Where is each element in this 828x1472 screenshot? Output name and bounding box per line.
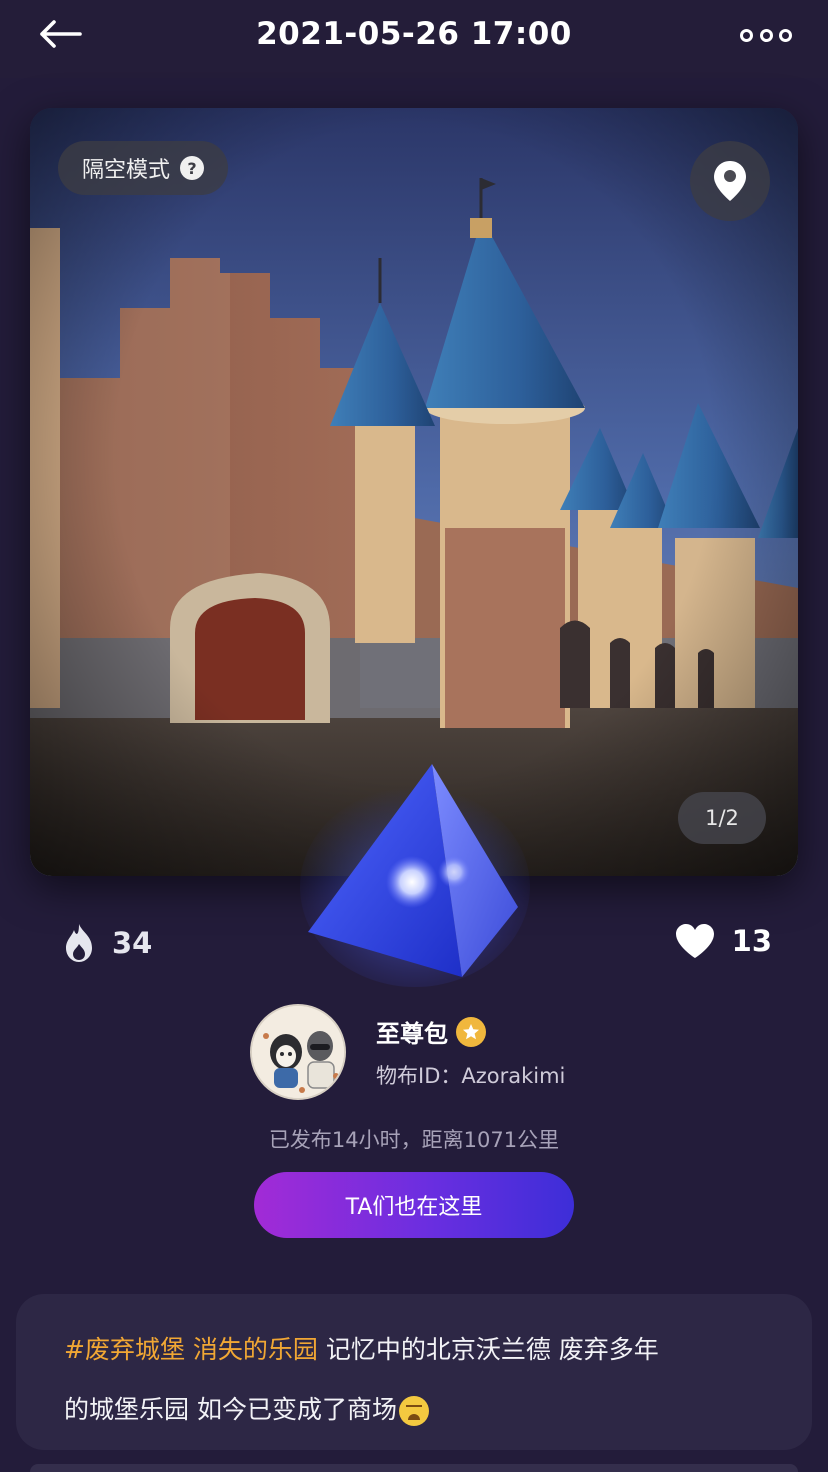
they-are-here-button[interactable]: TA们也在这里 [254,1172,574,1238]
next-card-edge [30,1464,798,1472]
like-count: 13 [731,924,772,958]
avatar[interactable] [250,1004,346,1100]
remote-mode-label: 隔空模式 [82,158,171,183]
location-pin-icon [714,161,746,201]
author-id: 物布ID：Azorakimi [376,1064,566,1088]
author-name-row[interactable]: 至尊包 [376,1014,486,1049]
help-icon[interactable]: ? [180,156,205,180]
emoji-tired-icon [398,1396,429,1426]
like-stat[interactable]: 13 [674,922,772,960]
heat-count: 34 [112,926,153,960]
post-content-card: #废弃城堡 消失的乐园 记忆中的北京沃兰德 废弃多年 的城堡乐园 如今已变成了商… [16,1294,812,1450]
post-text-1: 记忆中的北京沃兰德 废弃多年 [317,1335,659,1364]
post-line-1: #废弃城堡 消失的乐园 记忆中的北京沃兰德 废弃多年 [64,1320,764,1380]
heart-icon [675,924,714,958]
author-name: 至尊包 [376,1020,448,1048]
more-dots-icon [740,28,753,42]
page-indicator: 1/2 [678,792,766,844]
remote-mode-chip[interactable]: 隔空模式 ? [58,141,229,195]
avatar-illustration [252,1006,344,1098]
verified-badge-icon [456,1016,486,1047]
top-bar: 2021-05-26 17:00 [0,0,828,78]
page-title: 2021-05-26 17:00 [256,16,572,52]
location-button[interactable] [690,141,770,221]
prism-icon[interactable] [300,752,530,988]
more-button[interactable] [740,22,792,48]
post-line-2: 的城堡乐园 如今已变成了商场 [64,1380,764,1440]
post-text-2: 的城堡乐园 如今已变成了商场 [64,1395,397,1424]
post-meta: 已发布14小时，距离1071公里 [268,1128,560,1152]
flame-icon [66,924,92,962]
heat-stat[interactable]: 34 [62,922,152,964]
post-hashtag[interactable]: #废弃城堡 消失的乐园 [64,1335,318,1364]
